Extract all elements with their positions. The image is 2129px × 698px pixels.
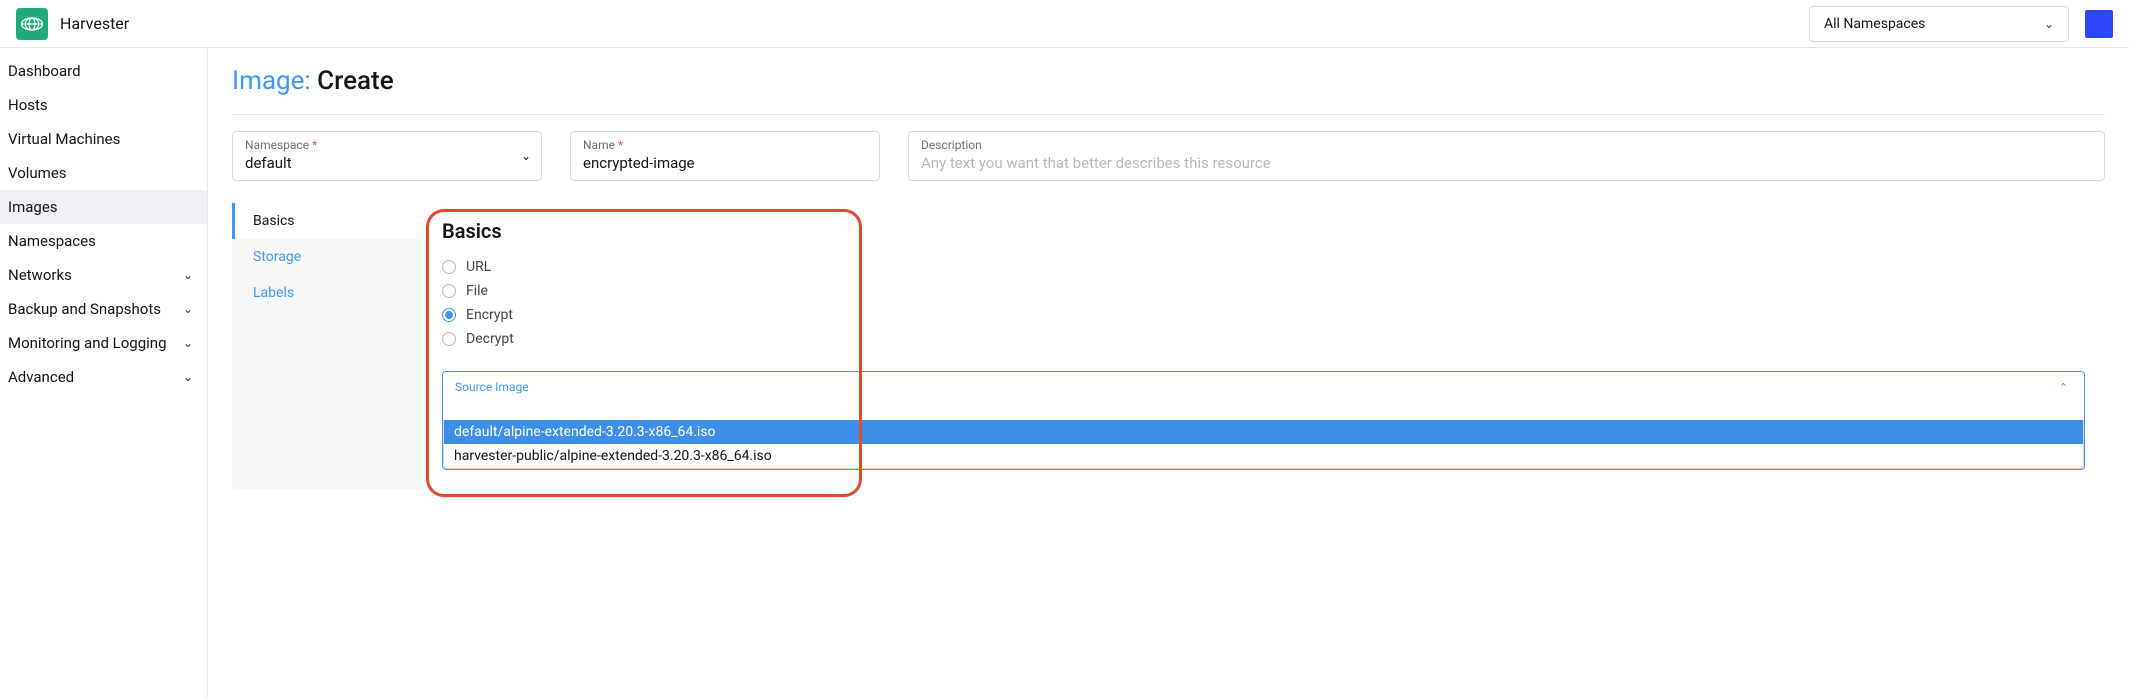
radio-encrypt[interactable]: Encrypt bbox=[442, 303, 2085, 327]
chevron-down-icon: ⌄ bbox=[183, 336, 193, 350]
description-field[interactable]: Description Any text you want that bette… bbox=[908, 131, 2105, 181]
source-image-dropdown: default/alpine-extended-3.20.3-x86_64.is… bbox=[443, 420, 2084, 469]
sidebar-item-label: Namespaces bbox=[8, 232, 96, 250]
brand-logo bbox=[16, 8, 48, 40]
name-field[interactable]: Name * encrypted-image bbox=[570, 131, 880, 181]
dropdown-option[interactable]: default/alpine-extended-3.20.3-x86_64.is… bbox=[444, 420, 2083, 444]
sidebar-item-virtual-machines[interactable]: Virtual Machines bbox=[0, 122, 207, 156]
sidebar-item-label: Virtual Machines bbox=[8, 130, 120, 148]
radio-icon bbox=[442, 332, 456, 346]
sidebar-item-networks[interactable]: Networks ⌄ bbox=[0, 258, 207, 292]
tab-storage[interactable]: Storage bbox=[232, 239, 422, 275]
radio-label: Decrypt bbox=[466, 331, 514, 347]
chevron-down-icon: ⌄ bbox=[183, 302, 193, 316]
radio-icon bbox=[442, 260, 456, 274]
sidebar-item-dashboard[interactable]: Dashboard bbox=[0, 54, 207, 88]
radio-file[interactable]: File bbox=[442, 279, 2085, 303]
tabbed-panel: BasicsStorageLabels Basics URLFileEncryp… bbox=[232, 203, 2105, 490]
brand-name: Harvester bbox=[60, 14, 129, 33]
namespace-field[interactable]: Namespace * default ⌄ bbox=[232, 131, 542, 181]
harvester-logo-icon bbox=[20, 16, 44, 32]
chevron-up-icon: ⌃ bbox=[2059, 381, 2072, 394]
chevron-down-icon: ⌄ bbox=[2044, 17, 2054, 31]
form-row: Namespace * default ⌄ Name * encrypted-i… bbox=[232, 131, 2105, 181]
sidebar-item-label: Dashboard bbox=[8, 62, 81, 80]
sidebar-item-hosts[interactable]: Hosts bbox=[0, 88, 207, 122]
sidebar-item-advanced[interactable]: Advanced ⌄ bbox=[0, 360, 207, 394]
vertical-tabs: BasicsStorageLabels bbox=[232, 203, 422, 490]
sidebar-item-monitoring-and-logging[interactable]: Monitoring and Logging ⌄ bbox=[0, 326, 207, 360]
sidebar: Dashboard Hosts Virtual Machines Volumes Ima… bbox=[0, 48, 208, 698]
namespace-selector[interactable]: All Namespaces ⌄ bbox=[1809, 6, 2069, 42]
page-title: Image: Create bbox=[232, 66, 2105, 96]
sidebar-item-label: Networks bbox=[8, 266, 72, 284]
radio-icon bbox=[442, 308, 456, 322]
sidebar-item-volumes[interactable]: Volumes bbox=[0, 156, 207, 190]
sidebar-item-label: Hosts bbox=[8, 96, 48, 114]
panel-body: Basics URL File Encrypt Decrypt Source Imag… bbox=[422, 203, 2105, 490]
radio-label: URL bbox=[466, 259, 491, 275]
sidebar-item-label: Volumes bbox=[8, 164, 67, 182]
page-title-prefix: Image: bbox=[232, 66, 311, 96]
chevron-down-icon: ⌄ bbox=[183, 370, 193, 384]
section-title: Basics bbox=[442, 219, 2085, 243]
source-image-label: Source Image bbox=[455, 380, 529, 394]
sidebar-item-label: Advanced bbox=[8, 368, 74, 386]
radio-label: File bbox=[466, 283, 488, 299]
chevron-down-icon: ⌄ bbox=[521, 149, 531, 163]
chevron-down-icon: ⌄ bbox=[183, 268, 193, 282]
sidebar-item-label: Monitoring and Logging bbox=[8, 334, 167, 352]
sidebar-item-backup-and-snapshots[interactable]: Backup and Snapshots ⌄ bbox=[0, 292, 207, 326]
radio-url[interactable]: URL bbox=[442, 255, 2085, 279]
radio-icon bbox=[442, 284, 456, 298]
page-title-main: Create bbox=[317, 66, 393, 96]
main-content: Image: Create Namespace * default ⌄ Name… bbox=[208, 48, 2129, 698]
tab-basics[interactable]: Basics bbox=[232, 203, 422, 239]
sidebar-item-namespaces[interactable]: Namespaces bbox=[0, 224, 207, 258]
tab-labels[interactable]: Labels bbox=[232, 275, 422, 311]
namespace-selector-value: All Namespaces bbox=[1824, 16, 1925, 32]
radio-decrypt[interactable]: Decrypt bbox=[442, 327, 2085, 351]
dropdown-option[interactable]: harvester-public/alpine-extended-3.20.3-… bbox=[444, 444, 2083, 468]
avatar[interactable] bbox=[2085, 10, 2113, 38]
sidebar-item-label: Backup and Snapshots bbox=[8, 300, 161, 318]
app-header: Harvester All Namespaces ⌄ bbox=[0, 0, 2129, 48]
source-type-radio-group: URL File Encrypt Decrypt bbox=[442, 255, 2085, 351]
sidebar-item-images[interactable]: Images bbox=[0, 190, 207, 224]
source-image-select[interactable]: Source Image ⌃ default/alpine-extended-3… bbox=[442, 371, 2085, 470]
sidebar-item-label: Images bbox=[8, 198, 58, 216]
radio-label: Encrypt bbox=[466, 307, 513, 323]
